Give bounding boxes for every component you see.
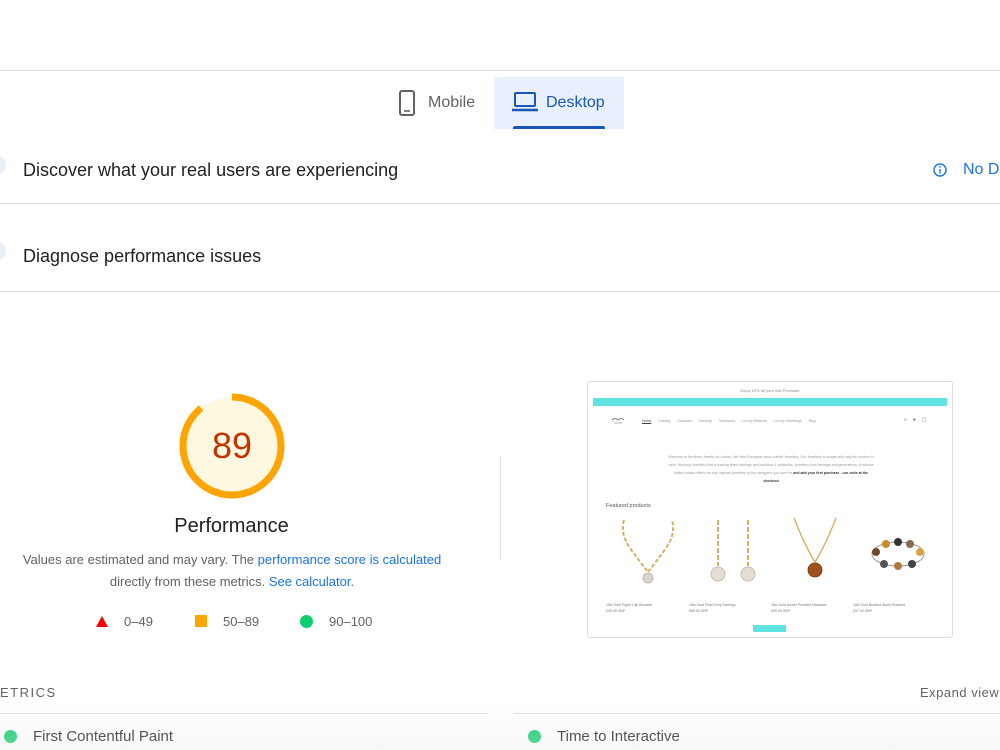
metrics-divider — [514, 713, 1000, 714]
performance-score-link[interactable]: performance score is calculated — [258, 552, 442, 567]
preview-nav-item: Bracelets — [677, 419, 693, 423]
preview-nav: Home Catalog Bracelets Earrings Necklace… — [642, 419, 816, 423]
preview-offer-text: Enjoy 10% off your first Purchase — [740, 388, 800, 393]
preview-view-all-button — [753, 625, 786, 632]
preview-product-image — [793, 517, 837, 578]
preview-product-label: 18ct Gold Beaded Stone Bracelet £97.00 G… — [853, 602, 933, 614]
laptop-icon — [512, 92, 538, 112]
legend-average: 50–89 — [195, 612, 259, 630]
section-icon — [0, 156, 6, 174]
preview-product-image — [710, 520, 756, 582]
desc-text-1: Values are estimated and may vary. The — [22, 552, 258, 567]
pass-circle-icon — [4, 729, 17, 743]
preview-nav-item: Catalog — [658, 419, 671, 423]
desc-text-3: . — [350, 574, 355, 589]
preview-product-label: 18ct Gold Paper Clip Bracelet £95.00 GBP — [606, 602, 686, 614]
section-divider — [0, 291, 1000, 292]
user-icon: ● — [912, 417, 916, 423]
tab-mobile-label: Mobile — [428, 94, 476, 111]
search-icon: ⌕ — [904, 417, 907, 423]
metric-name: Time to Interactive — [557, 727, 680, 745]
preview-nav-item: Earrings — [699, 419, 713, 423]
preview-nav-item: Blog — [808, 419, 816, 423]
tab-desktop-label: Desktop — [546, 94, 605, 111]
preview-featured-title: Featured products — [606, 503, 651, 509]
preview-nav-item: Luxury Handbags — [774, 419, 802, 423]
square-icon — [195, 615, 207, 627]
performance-score-value: 89 — [211, 425, 253, 466]
section-icon — [0, 242, 6, 260]
performance-title: Performance — [174, 515, 289, 537]
metric-name: First Contentful Paint — [33, 727, 174, 745]
preview-nav-item: Luxury Watches — [742, 419, 768, 423]
see-calculator-link[interactable]: See calculator — [269, 574, 351, 589]
preview-welcome-text: Welcome to the finest Jewelry in London.… — [666, 453, 876, 485]
metric-time-to-interactive: Time to Interactive — [528, 726, 680, 746]
preview-product-price: £97.00 GBP — [853, 609, 873, 613]
legend-pass: 90–100 — [300, 612, 372, 630]
section-divider — [0, 203, 1000, 204]
metrics-section-label: ETRICS — [0, 685, 57, 700]
desc-text-2: directly from these metrics. — [109, 574, 269, 589]
info-icon[interactable] — [933, 163, 947, 177]
smartphone-icon — [399, 90, 415, 116]
real-users-section[interactable]: Discover what your real users are experi… — [0, 140, 1000, 200]
preview-banner — [593, 398, 947, 406]
tab-active-indicator — [513, 126, 605, 129]
preview-product-label: 18ct Gold Pearl Drop Earrings £85.00 GBP — [689, 602, 769, 614]
diagnose-title: Diagnose performance issues — [23, 246, 262, 266]
expand-view-button[interactable]: Expand view — [920, 685, 999, 700]
pass-circle-icon — [528, 729, 541, 743]
preview-nav-item: Home — [642, 419, 652, 423]
metric-first-contentful-paint: First Contentful Paint — [4, 726, 173, 746]
preview-product-image — [871, 538, 925, 570]
performance-description: Values are estimated and may vary. The p… — [12, 549, 452, 593]
triangle-icon — [96, 615, 108, 627]
diagnose-section[interactable]: Diagnose performance issues — [0, 226, 1000, 286]
preview-product-price: £95.00 GBP — [771, 609, 791, 613]
legend-fail: 0–49 — [96, 612, 153, 630]
tab-mobile[interactable]: Mobile — [378, 77, 492, 129]
vertical-divider — [500, 456, 501, 560]
preview-product-price: £85.00 GBP — [689, 609, 709, 613]
legend-pass-label: 90–100 — [329, 613, 373, 629]
page-screenshot-preview: Enjoy 10% off your first Purchase Home C… — [587, 381, 953, 638]
no-data-label[interactable]: No D — [963, 161, 999, 179]
legend-fail-label: 0–49 — [124, 613, 153, 629]
real-users-title: Discover what your real users are experi… — [23, 160, 399, 180]
metrics-divider — [0, 713, 488, 714]
preview-header-icons: ⌕ ● ▢ — [904, 417, 927, 423]
header-divider — [0, 70, 1000, 71]
cart-icon: ▢ — [921, 417, 927, 423]
circle-icon — [300, 614, 313, 628]
preview-product-image — [621, 519, 675, 584]
legend-average-label: 50–89 — [223, 613, 260, 629]
tab-desktop[interactable]: Desktop — [494, 77, 624, 129]
preview-nav-item: Necklaces — [719, 419, 736, 423]
preview-product-price: £95.00 GBP — [606, 609, 626, 613]
preview-product-label: 18ct Gold Amber Pendant Necklace £95.00 … — [771, 602, 851, 614]
preview-logo-icon — [611, 418, 625, 424]
